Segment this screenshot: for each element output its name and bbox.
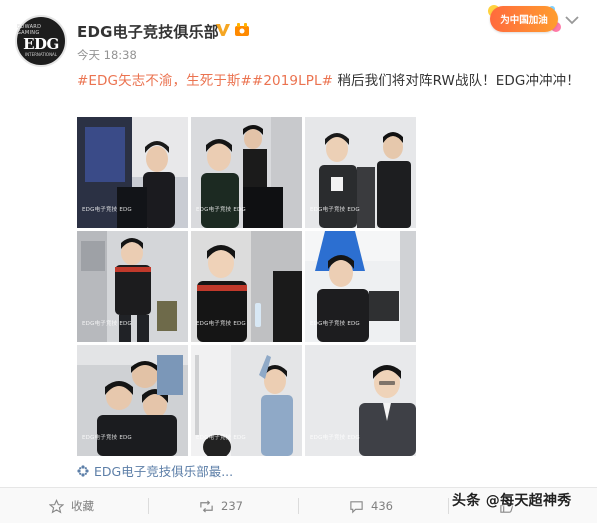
photo-watermark: EDG电子竞技 EDG (310, 435, 360, 441)
photo-watermark: EDG电子竞技 EDG (196, 435, 246, 441)
avatar-sub-text: INTERNATIONAL (24, 52, 58, 57)
photo-watermark: EDG电子竞技 EDG (310, 207, 360, 213)
photo-thumbnail[interactable]: EDG电子竞技 EDG (191, 231, 302, 342)
campaign-banner[interactable]: 为中国加油 (490, 6, 558, 32)
comment-icon (350, 500, 363, 513)
photo-watermark: EDG电子竞技 EDG (196, 321, 246, 327)
source-link[interactable]: EDG电子竞技俱乐部最... (77, 461, 233, 480)
photo-watermark: EDG电子竞技 EDG (310, 321, 360, 327)
divider (448, 498, 449, 514)
account-name[interactable]: EDG电子竞技俱乐部 (77, 21, 219, 42)
photo-thumbnail[interactable]: EDG电子竞技 EDG (305, 231, 416, 342)
vip-icon[interactable] (234, 22, 250, 37)
photo-thumbnail[interactable]: EDG电子竞技 EDG (77, 345, 188, 456)
comment-button[interactable]: 436 (349, 488, 393, 523)
photo-watermark: EDG电子竞技 EDG (82, 435, 132, 441)
account-avatar[interactable]: EDWARD GAMING EDG INTERNATIONAL (15, 15, 67, 67)
collect-button[interactable]: 收藏 (49, 488, 94, 523)
photo-thumbnail[interactable]: EDG电子竞技 EDG (191, 345, 302, 456)
repost-button[interactable]: 237 (199, 488, 243, 523)
comment-count: 436 (371, 499, 393, 513)
verified-icon (216, 24, 230, 36)
photo-grid: EDG电子竞技 EDG EDG电子竞技 EDG EDG电子竞技 EDG EDG电… (77, 117, 417, 457)
divider (298, 498, 299, 514)
source-label: EDG电子竞技俱乐部最... (94, 464, 234, 479)
sparkle-icon (77, 464, 89, 477)
avatar-logo-text: EDG (23, 35, 59, 53)
repost-icon (200, 499, 213, 513)
post-time[interactable]: 今天 18:38 (77, 47, 137, 63)
hashtag-link[interactable]: #EDG矢志不渝，生死于斯# (77, 73, 252, 89)
photo-thumbnail[interactable]: EDG电子竞技 EDG (77, 117, 188, 228)
photo-thumbnail[interactable]: EDG电子竞技 EDG (305, 117, 416, 228)
chevron-down-icon[interactable] (564, 14, 580, 26)
weibo-post: EDWARD GAMING EDG INTERNATIONAL EDG电子竞技俱… (0, 0, 597, 523)
photo-thumbnail[interactable]: EDG电子竞技 EDG (77, 231, 188, 342)
repost-count: 237 (221, 499, 243, 513)
divider (148, 498, 149, 514)
star-icon (49, 498, 64, 513)
collect-label: 收藏 (71, 499, 94, 513)
photo-thumbnail[interactable]: EDG电子竞技 EDG (191, 117, 302, 228)
platform-watermark: 头条 @每天超神秀 (452, 493, 572, 509)
photo-watermark: EDG电子竞技 EDG (82, 207, 132, 213)
photo-watermark: EDG电子竞技 EDG (196, 207, 246, 213)
post-text: 稍后我们将对阵RW战队！EDG冲冲冲！ (333, 73, 580, 89)
hashtag-link[interactable]: #2019LPL# (252, 73, 333, 89)
post-body: #EDG矢志不渝，生死于斯##2019LPL# 稍后我们将对阵RW战队！EDG冲… (77, 69, 580, 89)
photo-thumbnail[interactable]: EDG电子竞技 EDG (305, 345, 416, 456)
photo-watermark: EDG电子竞技 EDG (82, 321, 132, 327)
